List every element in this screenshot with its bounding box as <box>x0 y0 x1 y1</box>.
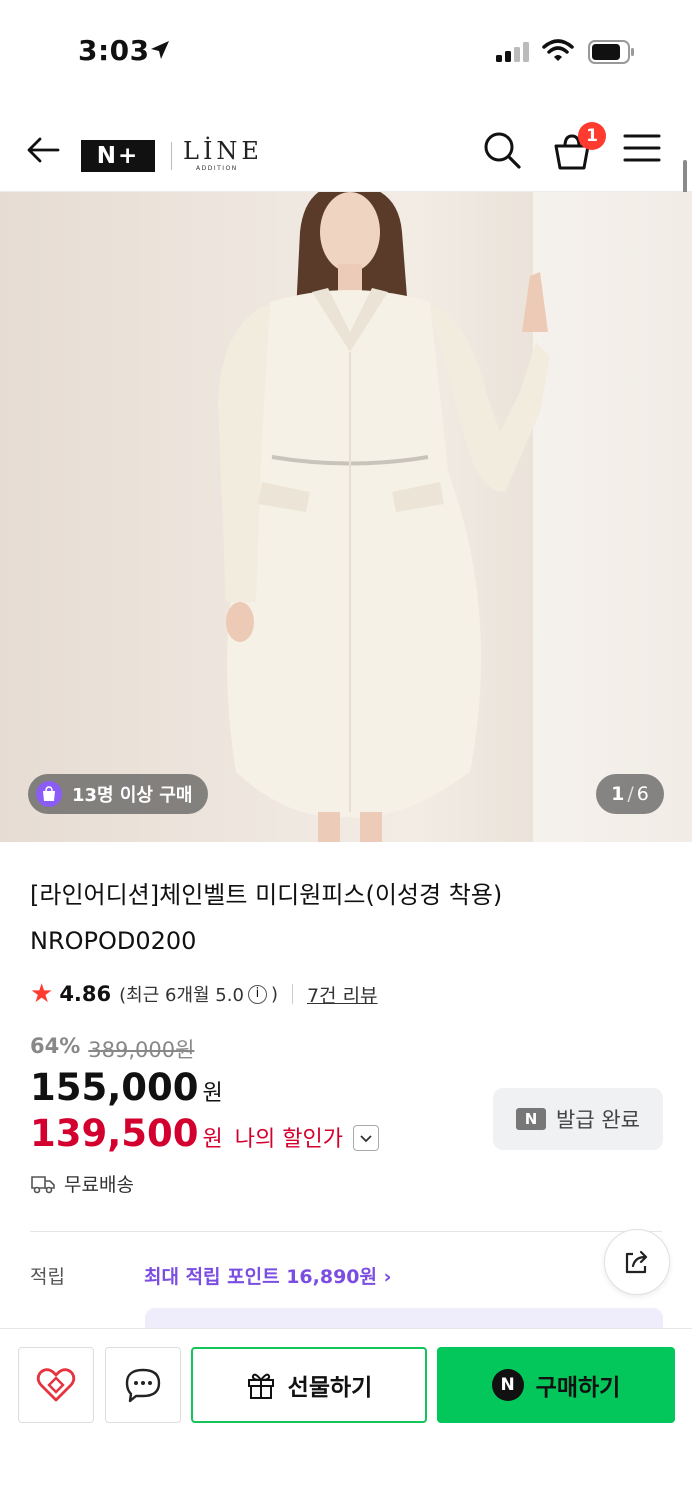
my-price-row: 139,500 원 나의 할인가 <box>30 1112 379 1155</box>
heart-icon <box>36 1368 76 1402</box>
coupon-button-label: 발급 완료 <box>556 1108 640 1132</box>
talk-chat-button[interactable] <box>105 1347 181 1423</box>
max-points-link[interactable]: 최대 적립 포인트 16,890원 › <box>144 1262 391 1289</box>
back-arrow-icon[interactable] <box>24 130 64 170</box>
my-discount-label: 나의 할인가 <box>234 1127 343 1152</box>
cart-button[interactable]: 1 <box>548 122 606 174</box>
rating-recent-close: ) <box>270 983 278 1005</box>
search-icon[interactable] <box>480 128 524 172</box>
price-detail-toggle[interactable] <box>352 1125 379 1151</box>
section-divider <box>30 1231 662 1232</box>
star-icon: ★ <box>30 979 54 1009</box>
sale-price-row: 155,000 원 <box>30 1066 223 1109</box>
product-image-gallery[interactable]: 13명 이상 구매 1 / 6 <box>0 192 692 842</box>
wishlist-button[interactable] <box>18 1347 94 1423</box>
chevron-down-icon <box>360 1135 372 1143</box>
image-counter: 1 / 6 <box>596 774 664 814</box>
gift-button-label: 선물하기 <box>287 1375 373 1401</box>
location-arrow-icon <box>151 41 169 59</box>
cellular-signal-icon <box>496 42 529 62</box>
cart-count-badge: 1 <box>578 122 606 150</box>
rating-row: ★ 4.86 (최근 6개월 5.0 i ) 7건 리뷰 <box>30 978 378 1010</box>
status-bar: 3:03 <box>0 0 692 100</box>
buy-button-label: 구매하기 <box>535 1375 621 1401</box>
logo-mark: N+ <box>81 140 155 172</box>
buyers-count-badge: 13명 이상 구매 <box>28 774 209 814</box>
rating-recent: (최근 6개월 5.0 <box>119 985 244 1006</box>
rating-divider <box>291 984 293 1004</box>
naver-n-icon: N <box>516 1108 547 1130</box>
discount-rate: 64% <box>30 1034 81 1058</box>
sale-price: 155,000 <box>30 1066 199 1109</box>
naver-pay-icon: N <box>491 1369 524 1401</box>
product-title: [라인어디션]체인벨트 미디원피스(이성경 착용) NROPOD0200 <box>30 881 503 955</box>
product-photo <box>218 192 550 842</box>
info-icon[interactable]: i <box>247 984 267 1004</box>
original-price: 389,000원 <box>88 1038 195 1062</box>
share-icon <box>625 1250 648 1274</box>
bottom-action-bar: 선물하기 N 구매하기 <box>0 1328 692 1500</box>
rating-score: 4.86 <box>59 982 112 1006</box>
chat-bubble-icon <box>125 1368 161 1403</box>
my-discount-price-unit: 원 <box>202 1127 223 1152</box>
my-discount-price: 139,500 <box>30 1112 199 1155</box>
logo-sub-text: ADDITION <box>196 165 238 172</box>
hamburger-menu-icon[interactable] <box>622 132 662 164</box>
shipping-text: 무료배송 <box>64 1174 134 1196</box>
logo-divider <box>171 142 172 170</box>
shipping-row: 무료배송 <box>30 1170 134 1197</box>
delivery-truck-icon <box>31 1175 55 1193</box>
wifi-icon <box>542 39 574 61</box>
coupon-issued-button[interactable]: N 발급 완료 <box>493 1088 663 1150</box>
top-nav-header: N+ LİNE ADDITION 1 <box>0 108 692 192</box>
brand-logo[interactable]: N+ LİNE ADDITION <box>81 132 259 176</box>
share-button[interactable] <box>604 1229 670 1295</box>
shopping-bag-icon <box>36 781 62 807</box>
image-counter-current: 1 <box>611 783 625 805</box>
review-count-link[interactable]: 7건 리뷰 <box>307 981 378 1008</box>
points-label: 적립 <box>30 1266 65 1288</box>
image-counter-separator: / <box>627 783 634 805</box>
logo-brand-text: LİNE <box>183 137 263 165</box>
buy-button[interactable]: N 구매하기 <box>437 1347 675 1423</box>
points-row: 적립 최대 적립 포인트 16,890원 › <box>30 1262 391 1289</box>
image-counter-total: 6 <box>636 783 649 805</box>
battery-icon <box>588 40 634 64</box>
points-detail-panel <box>145 1308 663 1330</box>
gift-box-icon <box>247 1373 274 1399</box>
status-time: 3:03 <box>78 34 150 67</box>
discount-row: 64% 389,000원 <box>30 1034 194 1064</box>
sale-price-unit: 원 <box>202 1081 223 1106</box>
buyers-count-text: 13명 이상 구매 <box>72 785 193 806</box>
gift-button[interactable]: 선물하기 <box>191 1347 427 1423</box>
